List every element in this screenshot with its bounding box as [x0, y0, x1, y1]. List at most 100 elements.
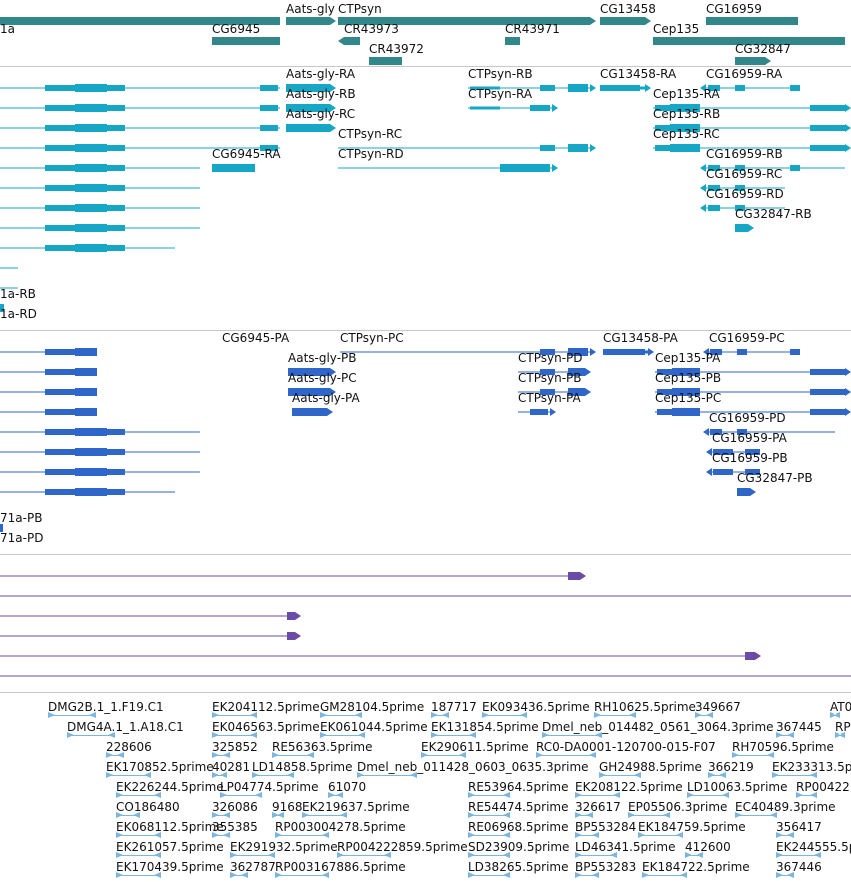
protein-feature[interactable] — [0, 368, 97, 376]
est-label[interactable]: RE06968.5prime — [468, 820, 569, 834]
est-label[interactable]: EK046563.5prime — [212, 720, 320, 734]
alignment-feature[interactable] — [0, 612, 301, 620]
gene-feature[interactable] — [212, 37, 280, 45]
est-label[interactable]: EK170439.5prime — [116, 860, 224, 874]
est-label[interactable]: EK184722.5prime — [642, 860, 750, 874]
transcript-feature[interactable] — [0, 84, 280, 92]
gene-feature[interactable] — [600, 17, 651, 25]
est-label[interactable]: EK291932.5prime — [230, 840, 338, 854]
est-label[interactable]: BP553283 — [575, 860, 636, 874]
protein-feature[interactable] — [292, 408, 333, 416]
est-label[interactable]: RC0-DA0001-120700-015-F07 — [536, 740, 716, 754]
est-label[interactable]: RH10625.5prime — [594, 700, 696, 714]
est-label[interactable]: SD23909.5prime — [468, 840, 569, 854]
est-label[interactable]: EK226244.5prime — [116, 780, 224, 794]
alignment-feature[interactable] — [0, 652, 761, 660]
est-label[interactable]: RP004222859.5prime — [337, 840, 468, 854]
est-label[interactable]: 356417 — [776, 820, 822, 834]
est-label[interactable]: EK219637.5prime — [302, 800, 410, 814]
protein-feature[interactable] — [0, 428, 200, 436]
protein-feature[interactable] — [0, 348, 97, 356]
est-label[interactable]: 9168 — [272, 800, 303, 814]
est-label[interactable]: EK131854.5prime — [431, 720, 539, 734]
est-label[interactable]: EP05506.3prime — [628, 800, 727, 814]
est-label[interactable]: 412600 — [685, 840, 731, 854]
protein-feature[interactable] — [0, 488, 175, 496]
est-label[interactable]: 187717 — [431, 700, 477, 714]
est-label[interactable]: EK184759.5prime — [638, 820, 746, 834]
gene-feature[interactable] — [735, 57, 771, 65]
gene-feature[interactable] — [706, 17, 798, 25]
est-label[interactable]: EK068112.5prime — [116, 820, 224, 834]
est-label[interactable]: 325852 — [212, 740, 258, 754]
est-label[interactable]: 367445 — [776, 720, 822, 734]
est-label[interactable]: LP04774.5prime — [220, 780, 319, 794]
transcript-feature[interactable] — [0, 264, 18, 272]
est-label[interactable]: EK093436.5prime — [482, 700, 590, 714]
protein-feature[interactable] — [603, 348, 654, 356]
est-label[interactable]: EC40489.3prime — [735, 800, 836, 814]
est-label[interactable]: 362787 — [230, 860, 276, 874]
est-label[interactable]: AT0 — [830, 700, 851, 714]
alignment-feature[interactable] — [0, 675, 851, 677]
transcript-feature[interactable] — [0, 184, 200, 192]
est-label[interactable]: Dmel_neb_014482_0561_3064.3prime — [542, 720, 774, 734]
protein-feature[interactable] — [0, 388, 97, 396]
transcript-feature[interactable] — [0, 124, 280, 132]
est-label[interactable]: RH70596.5prime — [732, 740, 834, 754]
est-label[interactable]: DMG4A.1_1.A18.C1 — [67, 720, 184, 734]
est-label[interactable]: RP0 — [835, 720, 851, 734]
est-label[interactable]: 349667 — [695, 700, 741, 714]
transcript-feature[interactable] — [0, 224, 200, 232]
gene-feature[interactable] — [505, 37, 520, 45]
transcript-feature[interactable] — [212, 164, 255, 172]
est-label[interactable]: GH24988.5prime — [599, 760, 702, 774]
est-label[interactable]: 326086 — [212, 800, 258, 814]
transcript-feature[interactable] — [0, 204, 200, 212]
est-label[interactable]: EK208122.5prime — [575, 780, 683, 794]
gene-feature[interactable] — [369, 57, 402, 65]
transcript-feature[interactable] — [338, 164, 558, 172]
transcript-feature[interactable] — [0, 244, 175, 252]
est-label[interactable]: LD46341.5prime — [575, 840, 676, 854]
est-label[interactable]: 40281 — [212, 760, 250, 774]
transcript-feature[interactable] — [286, 124, 336, 132]
est-label[interactable]: RE56363.5prime — [272, 740, 373, 754]
est-label[interactable]: EK061044.5prime — [320, 720, 428, 734]
est-label[interactable]: EK170852.5prime — [106, 760, 214, 774]
protein-feature[interactable] — [0, 448, 200, 456]
gene-feature[interactable] — [286, 17, 336, 25]
est-label[interactable]: EK261057.5prime — [116, 840, 224, 854]
est-label[interactable]: 366219 — [708, 760, 754, 774]
est-label[interactable]: CO186480 — [116, 800, 180, 814]
est-label[interactable]: 61070 — [328, 780, 366, 794]
protein-feature[interactable] — [0, 468, 200, 476]
transcript-feature[interactable] — [0, 104, 280, 112]
transcript-feature[interactable] — [735, 224, 754, 232]
est-label[interactable]: EK233313.5prime — [772, 760, 851, 774]
gene-feature[interactable] — [338, 37, 360, 45]
est-label[interactable]: RE53964.5prime — [468, 780, 569, 794]
transcript-feature[interactable] — [0, 164, 200, 172]
est-label[interactable]: 228606 — [106, 740, 152, 754]
est-label[interactable]: BP553284 — [575, 820, 636, 834]
est-label[interactable]: RP003167886.5prime — [275, 860, 406, 874]
est-label[interactable]: 355385 — [212, 820, 258, 834]
est-label[interactable]: 326617 — [575, 800, 621, 814]
est-label[interactable]: 367446 — [776, 860, 822, 874]
est-label[interactable]: EK204112.5prime — [212, 700, 320, 714]
est-label[interactable]: RP00422 — [796, 780, 850, 794]
transcript-feature[interactable] — [600, 84, 651, 92]
protein-feature[interactable] — [0, 408, 97, 416]
est-label[interactable]: RE54474.5prime — [468, 800, 569, 814]
alignment-feature[interactable] — [0, 632, 301, 640]
protein-feature[interactable] — [518, 408, 556, 416]
protein-feature[interactable] — [737, 488, 756, 496]
est-label[interactable]: LD14858.5prime — [252, 760, 353, 774]
alignment-feature[interactable] — [0, 595, 851, 597]
est-label[interactable]: EK244555.5prime — [776, 840, 851, 854]
transcript-feature[interactable] — [468, 104, 558, 112]
alignment-feature[interactable] — [0, 572, 586, 580]
est-label[interactable]: EK290611.5prime — [421, 740, 529, 754]
est-label[interactable]: RP003004278.5prime — [275, 820, 406, 834]
